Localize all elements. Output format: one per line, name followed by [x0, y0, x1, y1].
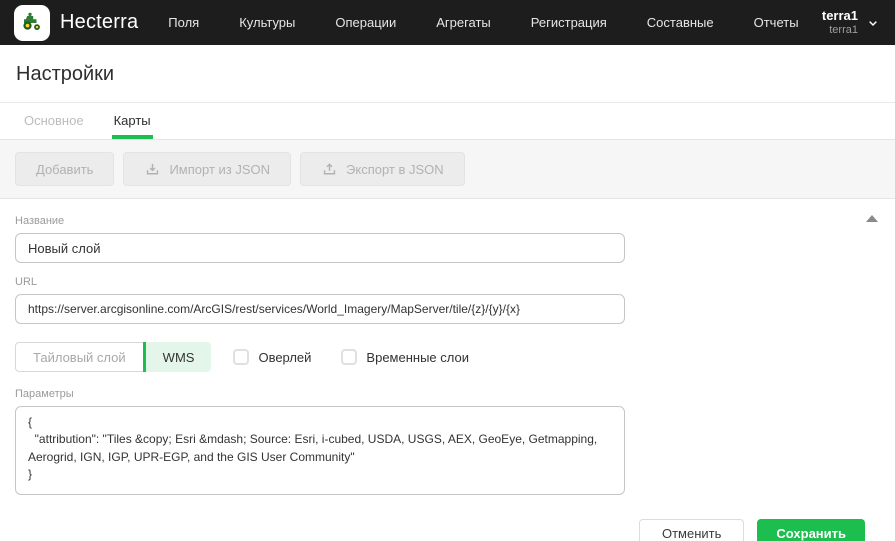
import-json-button[interactable]: Импорт из JSON [123, 152, 292, 186]
overlay-checkbox-label: Оверлей [258, 349, 312, 365]
app-logo[interactable] [14, 4, 50, 41]
layer-type-tile-option[interactable]: Тайловый слой [15, 342, 143, 372]
overlay-checkbox-box[interactable] [233, 349, 250, 365]
download-icon [144, 161, 161, 178]
add-button[interactable]: Добавить [15, 152, 115, 186]
overlay-checkbox[interactable]: Оверлей [233, 349, 311, 365]
layer-options-row: Тайловый слой WMS Оверлей Временные слои [15, 342, 880, 372]
user-account: terra1 [829, 23, 858, 36]
nav-item-cultures[interactable]: Культуры [239, 15, 295, 30]
tractor-icon [20, 9, 44, 36]
settings-tabbar: Основное Карты [0, 102, 895, 139]
user-menu[interactable]: terra1 terra1 [822, 8, 881, 38]
params-textarea[interactable] [15, 406, 625, 495]
nav-item-registration[interactable]: Регистрация [531, 15, 607, 30]
save-button[interactable]: Сохранить [757, 519, 865, 541]
collapse-panel-icon[interactable] [866, 215, 878, 222]
maps-toolbar: Добавить Импорт из JSON Экспорт в JSON [0, 139, 895, 199]
nav-item-composites[interactable]: Составные [647, 15, 714, 30]
user-name: terra1 [821, 7, 858, 23]
name-input[interactable] [15, 233, 625, 263]
layer-type-wms-option[interactable]: WMS [145, 342, 212, 372]
export-json-button[interactable]: Экспорт в JSON [300, 152, 465, 186]
params-block: Параметры [15, 388, 880, 495]
params-field-label: Параметры [15, 388, 74, 400]
tab-maps[interactable]: Карты [111, 103, 153, 139]
tab-general[interactable]: Основное [22, 103, 86, 139]
nav-item-units[interactable]: Агрегаты [436, 15, 491, 30]
layer-checkboxes: Оверлей Временные слои [233, 349, 469, 365]
cancel-button[interactable]: Отменить [638, 519, 745, 541]
import-json-label: Импорт из JSON [169, 161, 271, 177]
brand-title: Hecterra [60, 11, 139, 33]
temporal-layers-checkbox-box[interactable] [341, 349, 358, 365]
page-title: Настройки [16, 63, 115, 85]
upload-icon [321, 161, 338, 178]
app-header: Hecterra Поля Культуры Операции Агрегаты… [0, 0, 895, 45]
temporal-layers-checkbox-label: Временные слои [366, 349, 469, 365]
nav-item-fields[interactable]: Поля [168, 15, 199, 30]
url-field-label: URL [15, 276, 38, 288]
chevron-down-icon [865, 15, 881, 31]
nav-item-operations[interactable]: Операции [335, 15, 396, 30]
url-input[interactable] [15, 294, 625, 324]
main-nav: Поля Культуры Операции Агрегаты Регистра… [168, 15, 798, 30]
nav-item-reports[interactable]: Отчеты [754, 15, 799, 30]
layer-form: Название URL Тайловый слой WMS Оверлей В… [0, 199, 895, 541]
form-footer: Отменить Сохранить [15, 519, 880, 541]
name-field-label: Название [15, 215, 65, 227]
export-json-label: Экспорт в JSON [346, 161, 444, 177]
add-button-label: Добавить [36, 161, 94, 177]
layer-type-switch: Тайловый слой WMS [15, 342, 212, 372]
temporal-layers-checkbox[interactable]: Временные слои [341, 349, 469, 365]
